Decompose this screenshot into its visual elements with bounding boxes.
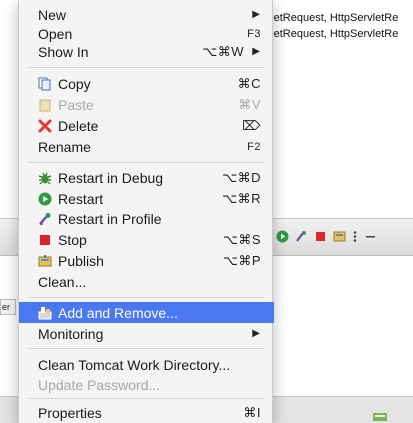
submenu-arrow-icon: ▶ (252, 328, 260, 339)
stop-icon (37, 232, 53, 248)
menu-item-properties[interactable]: Properties ⌘I (19, 402, 274, 423)
menu-item-label: Add and Remove... (58, 304, 178, 321)
stop-icon[interactable] (314, 230, 327, 243)
code-line: rvletRequest, HttpServletRe (262, 12, 399, 24)
menu-item-shortcut: ⌥⌘W (202, 43, 244, 59)
menu-separator (29, 297, 264, 298)
copy-icon (37, 76, 53, 92)
menu-item-restart-in-profile[interactable]: Restart in Profile (19, 208, 274, 229)
menu-item-shortcut: ⌥⌘P (222, 252, 261, 268)
menu-item-label: Restart (58, 190, 104, 207)
server-context-menu: New ▶ Open F3 Show In ⌥⌘W ▶ Copy ⌘C Past… (18, 0, 274, 423)
menu-item-label: Delete (58, 117, 99, 134)
menu-item-label: Show In (38, 43, 89, 60)
submenu-arrow-icon: ▶ (252, 9, 260, 20)
menu-separator (29, 162, 264, 163)
run-icon (37, 191, 53, 207)
more-icon[interactable] (352, 230, 358, 243)
run-icon[interactable] (276, 230, 289, 243)
menu-item-label: Paste (58, 96, 94, 113)
menu-item-label: New (38, 6, 67, 23)
menu-item-label: Restart in Profile (58, 210, 162, 227)
publish-icon[interactable] (333, 230, 346, 243)
minimize-icon[interactable] (364, 230, 377, 243)
menu-item-clean[interactable]: Clean... (19, 271, 274, 292)
menu-item-publish[interactable]: Publish ⌥⌘P (19, 250, 274, 271)
menu-item-copy[interactable]: Copy ⌘C (19, 73, 274, 94)
server-entry-fragment[interactable]: er (0, 299, 16, 315)
paste-icon (37, 97, 53, 113)
menu-item-shortcut: ⌥⌘R (222, 190, 261, 206)
menu-separator (29, 348, 264, 349)
menu-item-restart-in-debug[interactable]: Restart in Debug ⌥⌘D (19, 167, 274, 188)
menu-item-label: Clean Tomcat Work Directory... (38, 356, 231, 373)
menu-item-shortcut: F2 (247, 140, 261, 153)
menu-item-shortcut: ⌘C (237, 75, 261, 91)
publish-icon (37, 253, 53, 269)
menu-separator (29, 398, 264, 399)
menu-item-stop[interactable]: Stop ⌥⌘S (19, 229, 274, 250)
menu-item-clean-tomcat-work-directory[interactable]: Clean Tomcat Work Directory... (19, 354, 274, 375)
menu-item-rename[interactable]: Rename F2 (19, 136, 274, 157)
menu-item-label: Update Password... (38, 376, 161, 393)
menu-item-delete[interactable]: Delete ⌦ (19, 115, 274, 136)
submenu-arrow-icon: ▶ (252, 46, 260, 57)
menu-item-shortcut: ⌥⌘S (222, 231, 261, 247)
menu-item-shortcut: ⌥⌘D (222, 169, 261, 185)
menu-item-label: Publish (58, 252, 104, 269)
code-line: rvletRequest, HttpServletRe (262, 28, 399, 40)
profile-icon[interactable] (295, 230, 308, 243)
menu-item-show-in[interactable]: Show In ⌥⌘W ▶ (19, 41, 274, 62)
menu-item-paste: Paste ⌘V (19, 94, 274, 115)
menu-item-label: Properties (38, 404, 102, 421)
menu-item-label: Copy (58, 75, 91, 92)
menu-item-label: Clean... (38, 273, 87, 290)
menu-item-label: Stop (58, 231, 87, 248)
debug-icon (37, 170, 53, 186)
menu-separator (29, 67, 264, 68)
delete-icon (37, 118, 53, 134)
menu-item-label: Restart in Debug (58, 169, 164, 186)
menu-item-monitoring[interactable]: Monitoring ▶ (19, 323, 274, 344)
menu-item-restart[interactable]: Restart ⌥⌘R (19, 188, 274, 209)
menu-item-shortcut: ⌘I (243, 404, 261, 420)
menu-item-new[interactable]: New ▶ (19, 4, 274, 25)
menu-item-shortcut: ⌦ (242, 117, 261, 133)
menu-item-shortcut: ⌘V (238, 96, 261, 112)
menu-item-label: Rename (38, 138, 91, 155)
menu-item-update-password: Update Password... (19, 374, 274, 395)
menu-item-shortcut: F3 (247, 27, 261, 40)
add-remove-icon (37, 305, 53, 321)
status-icon (373, 409, 387, 421)
menu-item-label: Open (38, 25, 73, 42)
profile-icon (37, 211, 53, 227)
servers-toolbar-icons (276, 230, 377, 243)
menu-item-label: Monitoring (38, 325, 104, 342)
menu-item-add-and-remove[interactable]: Add and Remove... (19, 302, 274, 323)
